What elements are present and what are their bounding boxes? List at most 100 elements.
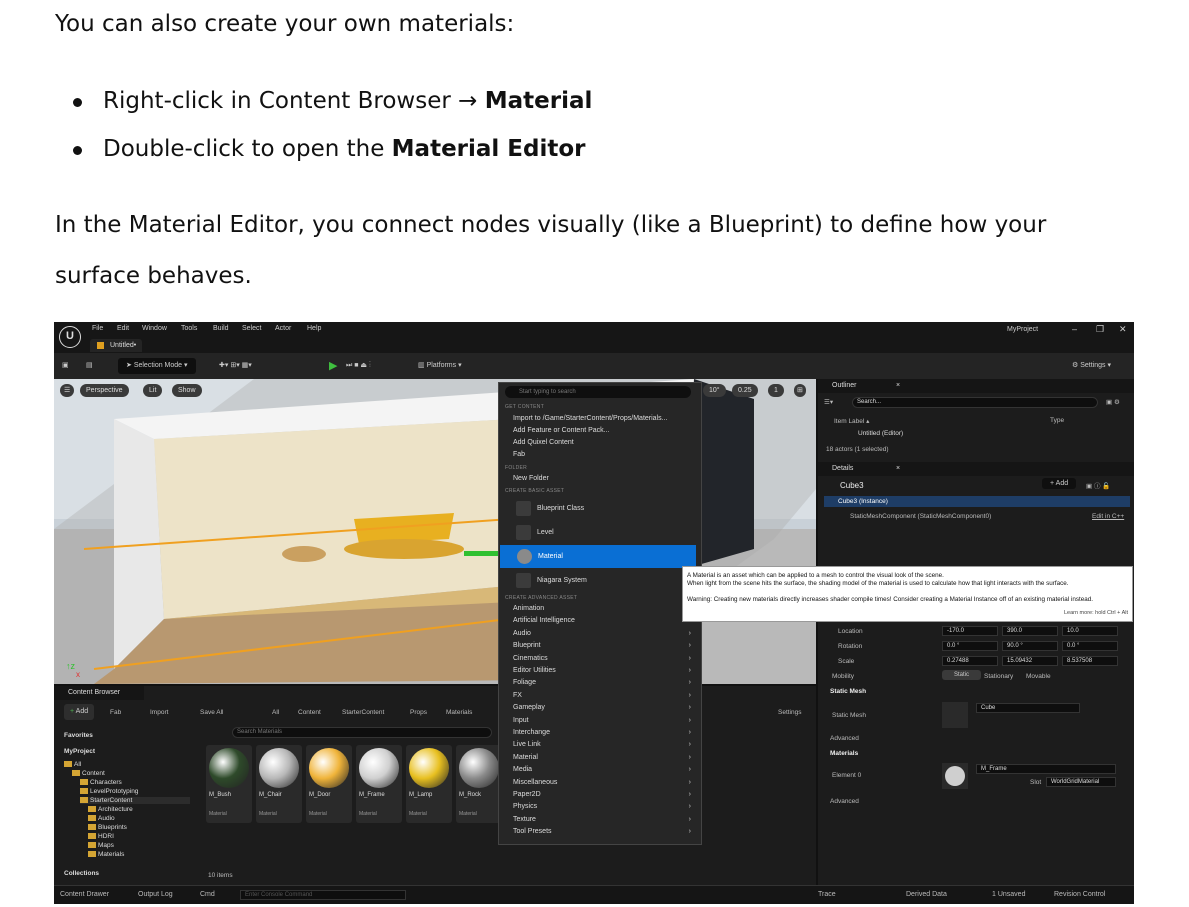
tree-item-content[interactable]: Content — [72, 770, 105, 777]
scale-snap[interactable]: 0.25 — [732, 384, 758, 397]
tree-item-all[interactable]: All — [64, 761, 81, 768]
material-thumbnail[interactable] — [942, 763, 968, 789]
category-item[interactable]: Cinematics › — [513, 655, 691, 662]
derived-data-button[interactable]: Derived Data — [906, 891, 947, 898]
menu-help[interactable]: Help — [307, 325, 321, 332]
import-button[interactable]: Import — [150, 709, 168, 716]
content-drawer-button[interactable]: Content Drawer — [60, 891, 109, 898]
category-item[interactable]: Gameplay › — [513, 704, 691, 711]
new-folder-item[interactable]: New Folder — [513, 475, 549, 482]
save-all-button[interactable]: Save All — [200, 709, 224, 716]
category-item[interactable]: Physics › — [513, 803, 691, 810]
menu-build[interactable]: Build — [213, 325, 229, 332]
add-quixel-item[interactable]: Add Quixel Content — [513, 439, 574, 446]
scale-x[interactable]: 0.27488 — [942, 656, 998, 666]
menu-actor[interactable]: Actor — [275, 325, 291, 332]
tree-item-audio[interactable]: Audio — [88, 815, 115, 822]
tree-item-levelprototyping[interactable]: LevelPrototyping — [80, 788, 138, 795]
category-item[interactable]: Miscellaneous › — [513, 779, 691, 786]
menu-tools[interactable]: Tools — [181, 325, 197, 332]
layout-icon[interactable]: ⊞ — [794, 384, 806, 397]
category-item[interactable]: Editor Utilities › — [513, 667, 691, 674]
trace-button[interactable]: Trace — [818, 891, 836, 898]
category-item[interactable]: Animation› — [513, 605, 691, 612]
asset-tile[interactable]: M_Rock Material — [456, 745, 502, 823]
category-item[interactable]: Audio › — [513, 630, 691, 637]
collections-section[interactable]: Collections — [64, 870, 99, 877]
asset-tile[interactable]: M_Chair Material — [256, 745, 302, 823]
scale-label[interactable]: Scale — [838, 658, 854, 665]
asset-search[interactable]: Search Materials — [232, 727, 492, 738]
platforms-button[interactable]: ▥ Platforms ▾ — [418, 358, 462, 374]
add-folder-icon[interactable]: ▣ ⚙ — [1106, 398, 1120, 406]
mobility-movable[interactable]: Movable — [1026, 673, 1051, 680]
instance-row[interactable]: Cube3 (Instance) — [824, 496, 1130, 507]
materials-header[interactable]: Materials — [830, 750, 858, 757]
location-x[interactable]: -170.0 — [942, 626, 998, 636]
outliner-tab[interactable]: Outliner × — [818, 379, 1134, 393]
context-search[interactable]: Start typing to search — [505, 386, 691, 398]
filter-icon[interactable]: ☰▾ — [824, 398, 833, 406]
tree-item-maps[interactable]: Maps — [88, 842, 114, 849]
breadcrumb-all[interactable]: All — [272, 709, 279, 716]
breadcrumb-materials[interactable]: Materials — [446, 709, 472, 716]
tree-item-characters[interactable]: Characters — [80, 779, 122, 786]
breadcrumb-startercontent[interactable]: StarterContent — [342, 709, 384, 716]
show-button[interactable]: Show — [172, 384, 202, 397]
tree-item-blueprints[interactable]: Blueprints — [88, 824, 127, 831]
content-browser-tab[interactable]: Content Browser — [54, 686, 144, 700]
static-mesh-picker[interactable]: Cube — [976, 703, 1080, 713]
perspective-button[interactable]: Perspective — [80, 384, 129, 397]
location-y[interactable]: 390.0 — [1002, 626, 1058, 636]
mobility-stationary[interactable]: Stationary — [984, 673, 1013, 680]
add-component-button[interactable]: + Add — [1042, 478, 1077, 489]
scale-y[interactable]: 15.09432 — [1002, 656, 1058, 666]
tree-item-startercontent[interactable]: StarterContent — [80, 797, 190, 804]
settings-button[interactable]: ⚙ Settings ▾ — [1072, 358, 1111, 374]
category-item[interactable]: FX › — [513, 692, 691, 699]
category-item[interactable]: Material › — [513, 754, 691, 761]
rotation-z[interactable]: 0.0 ° — [1062, 641, 1118, 651]
outliner-row[interactable]: Untitled (Editor) — [858, 430, 903, 437]
advanced-toggle[interactable]: Advanced — [830, 735, 859, 742]
menu-file[interactable]: File — [92, 325, 103, 332]
category-item[interactable]: Artificial Intelligence› — [513, 617, 691, 624]
material-item[interactable]: Material — [500, 545, 696, 568]
rotation-y[interactable]: 90.0 ° — [1002, 641, 1058, 651]
asset-tile[interactable]: M_Lamp Material — [406, 745, 452, 823]
component-row[interactable]: StaticMeshComponent (StaticMeshComponent… — [850, 513, 991, 520]
category-item[interactable]: Paper2D › — [513, 791, 691, 798]
location-label[interactable]: Location — [838, 628, 863, 635]
outliner-search[interactable]: Search... — [852, 397, 1098, 408]
location-z[interactable]: 10.0 — [1062, 626, 1118, 636]
category-item[interactable]: Media › — [513, 766, 691, 773]
close-icon[interactable]: ✕ — [1119, 324, 1127, 335]
restore-icon[interactable]: ❐ — [1096, 324, 1104, 335]
advanced-toggle-2[interactable]: Advanced — [830, 798, 859, 805]
fab-button[interactable]: Fab — [110, 709, 121, 716]
menu-edit[interactable]: Edit — [117, 325, 129, 332]
menu-window[interactable]: Window — [142, 325, 167, 332]
tree-item-architecture[interactable]: Architecture — [88, 806, 133, 813]
fab-item[interactable]: Fab — [513, 451, 525, 458]
import-item[interactable]: Import to /Game/StarterContent/Props/Mat… — [513, 415, 667, 422]
add-actor-icon[interactable]: ✚▾ ⊞▾ ▦▾ — [219, 358, 252, 374]
category-item[interactable]: Blueprint › — [513, 642, 691, 649]
favorites-section[interactable]: Favorites — [64, 732, 93, 739]
details-icons[interactable]: ▣ ⓘ 🔓 — [1086, 480, 1110, 490]
console-input[interactable]: Enter Console Command — [240, 890, 406, 900]
rotation-label[interactable]: Rotation — [838, 643, 862, 650]
edit-cpp-link[interactable]: Edit in C++ — [1092, 513, 1124, 520]
selection-mode-dropdown[interactable]: ➤ Selection Mode ▾ — [118, 358, 196, 374]
rotation-x[interactable]: 0.0 ° — [942, 641, 998, 651]
myproject-section[interactable]: MyProject — [64, 748, 95, 755]
category-item[interactable]: Live Link › — [513, 741, 691, 748]
breadcrumb-props[interactable]: Props — [410, 709, 427, 716]
unreal-logo-icon[interactable]: U — [59, 326, 81, 348]
breadcrumb-content[interactable]: Content — [298, 709, 321, 716]
category-item[interactable]: Texture › — [513, 816, 691, 823]
niagara-system-item[interactable]: Niagara System — [499, 569, 697, 592]
play-controls[interactable]: ⏭ ■ ⏏ ⋮ — [346, 358, 371, 374]
cb-settings[interactable]: Settings — [778, 709, 802, 716]
category-item[interactable]: Tool Presets › — [513, 828, 691, 835]
